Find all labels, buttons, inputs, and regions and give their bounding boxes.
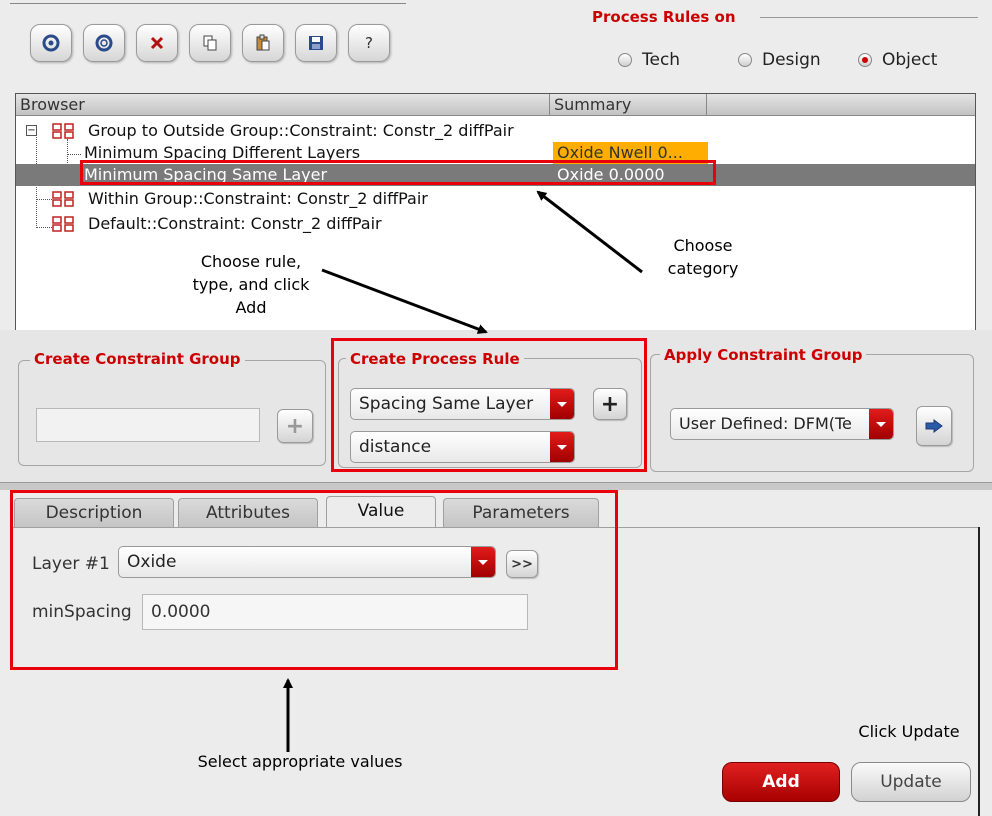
arrow-to-process-rule: [321, 268, 488, 334]
annotation-arrows: [283, 190, 643, 752]
arrow-to-selected-rule: [536, 190, 643, 274]
